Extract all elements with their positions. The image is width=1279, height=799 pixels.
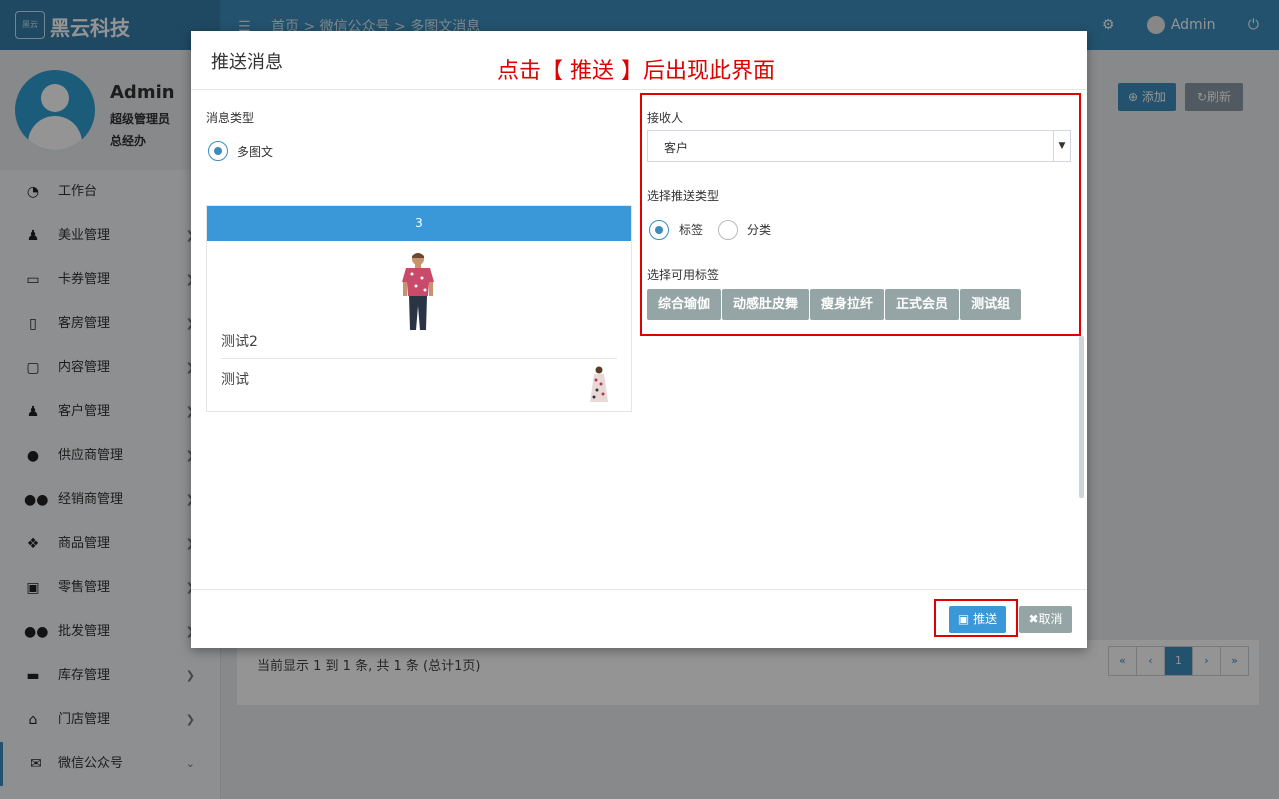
push-type-option-tag: 标签 bbox=[679, 223, 704, 237]
message-type-label: 消息类型 bbox=[206, 111, 255, 125]
push-type-radio-tag[interactable] bbox=[649, 220, 669, 240]
tag-button[interactable]: 正式会员 bbox=[885, 289, 960, 320]
save-icon: ▣ bbox=[957, 612, 970, 626]
news-card[interactable]: 3 测试2 测试 bbox=[206, 205, 632, 412]
modal-header: 推送消息 点击【 推送 】后出现此界面 bbox=[191, 31, 1087, 90]
message-type-option: 多图文 bbox=[237, 145, 274, 159]
scrollbar[interactable] bbox=[1079, 336, 1084, 498]
tag-button[interactable]: 瘦身拉纤 bbox=[810, 289, 885, 320]
tag-button[interactable]: 综合瑜伽 bbox=[647, 289, 722, 320]
push-type-label: 选择推送类型 bbox=[647, 189, 720, 203]
push-button[interactable]: ▣ 推送 bbox=[949, 606, 1006, 633]
push-type-option-category: 分类 bbox=[747, 223, 772, 237]
tag-button[interactable]: 动感肚皮舞 bbox=[722, 289, 810, 320]
tag-button[interactable]: 测试组 bbox=[960, 289, 1022, 320]
tag-list: 综合瑜伽 动感肚皮舞 瘦身拉纤 正式会员 测试组 bbox=[647, 289, 1022, 320]
receiver-label: 接收人 bbox=[647, 111, 684, 125]
chevron-down-icon: ▼ bbox=[1053, 131, 1070, 161]
receiver-select-value: 客户 bbox=[664, 141, 689, 155]
push-type-radio-category[interactable] bbox=[718, 220, 738, 240]
push-message-modal: 推送消息 点击【 推送 】后出现此界面 消息类型 多图文 3 测试2 测试 接收… bbox=[191, 31, 1087, 648]
news-thumbnail-image bbox=[590, 366, 608, 402]
message-type-radio[interactable] bbox=[208, 141, 228, 161]
news-item-title-1: 测试2 bbox=[221, 334, 258, 350]
tags-label: 选择可用标签 bbox=[647, 268, 720, 282]
news-cover-image bbox=[402, 253, 434, 330]
news-card-header: 3 bbox=[207, 206, 631, 241]
news-divider bbox=[221, 358, 617, 359]
modal-title: 推送消息 bbox=[211, 52, 283, 73]
cancel-button[interactable]: ✖取消 bbox=[1019, 606, 1072, 633]
receiver-select[interactable]: 客户 ▼ bbox=[647, 130, 1071, 162]
close-icon: ✖ bbox=[1028, 612, 1039, 626]
annotation-text: 点击【 推送 】后出现此界面 bbox=[497, 59, 775, 84]
news-item-title-2: 测试 bbox=[221, 372, 249, 388]
